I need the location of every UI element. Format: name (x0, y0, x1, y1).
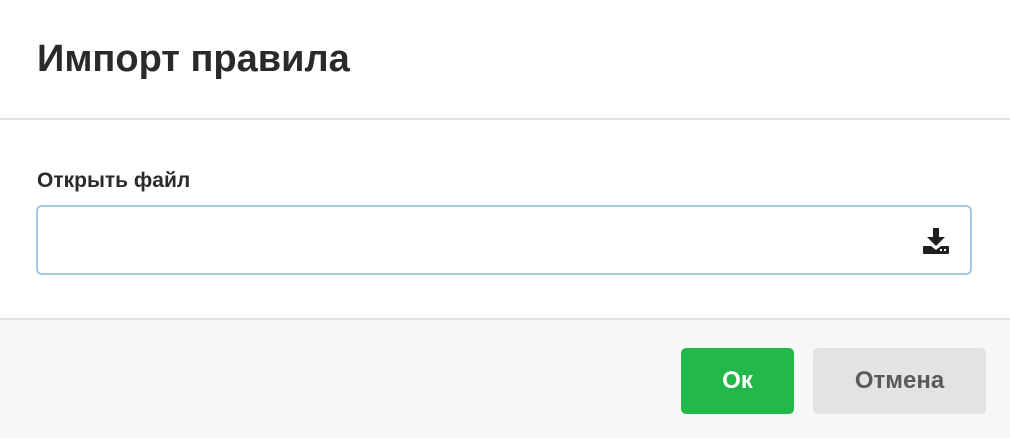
import-rule-dialog: Импорт правила Открыть файл Ок Отмена (0, 0, 1010, 438)
dialog-footer: Ок Отмена (0, 318, 1010, 438)
dialog-body: Открыть файл (0, 120, 1010, 318)
download-icon-glyph (923, 228, 949, 254)
download-icon[interactable] (922, 227, 950, 255)
cancel-button[interactable]: Отмена (813, 348, 986, 414)
open-file-label: Открыть файл (37, 169, 191, 192)
file-input[interactable] (36, 205, 972, 275)
ok-button[interactable]: Ок (681, 348, 794, 414)
dialog-title: Импорт правила (37, 38, 350, 80)
dialog-header: Импорт правила (0, 0, 1010, 120)
